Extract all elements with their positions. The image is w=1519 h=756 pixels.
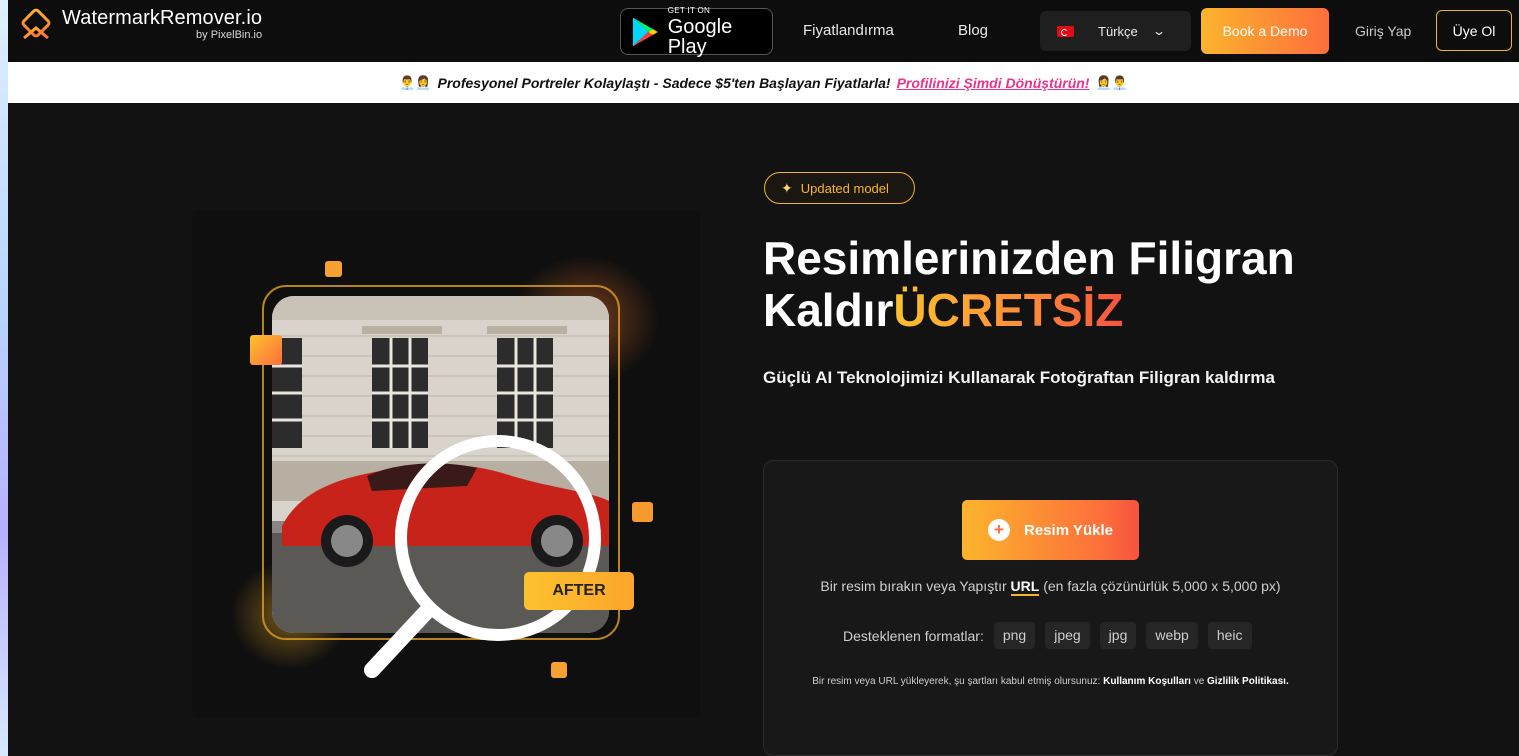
left-edge-decoration bbox=[0, 0, 8, 756]
google-play-icon bbox=[632, 17, 658, 46]
banner-emoji-left: 👨‍💼👩‍💼 bbox=[399, 74, 432, 90]
signup-button[interactable]: Üye Ol bbox=[1436, 10, 1512, 51]
terms-notice: Bir resim veya URL yükleyerek, şu şartla… bbox=[763, 668, 1338, 696]
hero-title-line1: Resimlerinizden Filigran bbox=[763, 232, 1295, 284]
turkey-flag-icon bbox=[1057, 25, 1074, 37]
terms-prefix: Bir resim veya URL yükleyerek, şu şartla… bbox=[812, 676, 1101, 687]
google-play-badge[interactable]: GET IT ON Google Play bbox=[620, 5, 773, 58]
logo-subtitle: by PixelBin.io bbox=[196, 29, 263, 41]
format-tag: png bbox=[993, 622, 1036, 649]
deco-square bbox=[632, 502, 653, 522]
deco-square bbox=[325, 261, 342, 277]
paste-url-link[interactable]: URL bbox=[1010, 578, 1040, 596]
banner-cta-link[interactable]: Profilinizi Şimdi Dönüştürün! bbox=[897, 75, 1090, 91]
logo[interactable]: WatermarkRemover.io by PixelBin.io bbox=[18, 8, 262, 44]
format-tag: jpeg bbox=[1045, 622, 1090, 649]
hero-title: Resimlerinizden Filigran KaldırÜCRETSİZ bbox=[763, 232, 1403, 336]
plus-icon: + bbox=[988, 519, 1011, 541]
updated-model-badge: ✦ Updated model bbox=[764, 172, 915, 204]
deco-square bbox=[250, 335, 282, 365]
format-tag: jpg bbox=[1099, 622, 1137, 649]
sparkle-icon: ✦ bbox=[781, 179, 793, 196]
logo-icon bbox=[21, 8, 51, 40]
format-tag: webp bbox=[1146, 622, 1198, 649]
upload-button-label: Resim Yükle bbox=[1024, 521, 1113, 539]
privacy-policy-link[interactable]: Gizlilik Politikası. bbox=[1207, 676, 1289, 687]
drop-prefix: Bir resim bırakın veya Yapıştır bbox=[820, 578, 1007, 594]
language-selector[interactable]: Türkçe ⌄ bbox=[1040, 11, 1191, 51]
hero-title-highlight: ÜCRETSİZ bbox=[893, 284, 1124, 336]
chevron-down-icon: ⌄ bbox=[1151, 24, 1166, 38]
drop-instructions: Bir resim bırakın veya Yapıştır URL (en … bbox=[763, 578, 1338, 596]
terms-of-use-link[interactable]: Kullanım Koşulları bbox=[1103, 676, 1191, 687]
hero-title-line2: Kaldır bbox=[763, 284, 894, 336]
upload-image-button[interactable]: + Resim Yükle bbox=[962, 500, 1139, 560]
hero-subtitle: Güçlü AI Teknolojimizi Kullanarak Fotoğr… bbox=[763, 368, 1275, 387]
after-label: AFTER bbox=[524, 572, 634, 610]
format-tag: heic bbox=[1207, 622, 1252, 649]
login-link[interactable]: Giriş Yap bbox=[1355, 23, 1411, 39]
supported-formats: Desteklenen formatlar: png jpeg jpg webp… bbox=[843, 622, 1262, 649]
language-label: Türkçe bbox=[1098, 23, 1138, 39]
drop-suffix: (en fazla çözünürlük 5,000 x 5,000 px) bbox=[1043, 578, 1281, 594]
banner-text: Profesyonel Portreler Kolaylaştı - Sadec… bbox=[437, 74, 891, 91]
book-demo-button[interactable]: Book a Demo bbox=[1201, 8, 1329, 54]
formats-label: Desteklenen formatlar: bbox=[843, 627, 984, 644]
gplay-small-text: GET IT ON bbox=[667, 5, 711, 15]
top-navbar: WatermarkRemover.io by PixelBin.io GET I… bbox=[8, 0, 1519, 62]
logo-title: WatermarkRemover.io bbox=[62, 7, 263, 29]
terms-mid: ve bbox=[1193, 676, 1205, 687]
badge-label: Updated model bbox=[800, 180, 889, 196]
banner-emoji-right: 👩‍💼👨‍💼 bbox=[1095, 74, 1128, 90]
gplay-big-text: Google Play bbox=[667, 15, 733, 58]
nav-pricing-link[interactable]: Fiyatlandırma bbox=[803, 22, 894, 39]
nav-blog-link[interactable]: Blog bbox=[958, 22, 988, 39]
magnifier-icon bbox=[364, 435, 601, 678]
promo-banner: 👨‍💼👩‍💼 Profesyonel Portreler Kolaylaştı … bbox=[8, 62, 1519, 103]
